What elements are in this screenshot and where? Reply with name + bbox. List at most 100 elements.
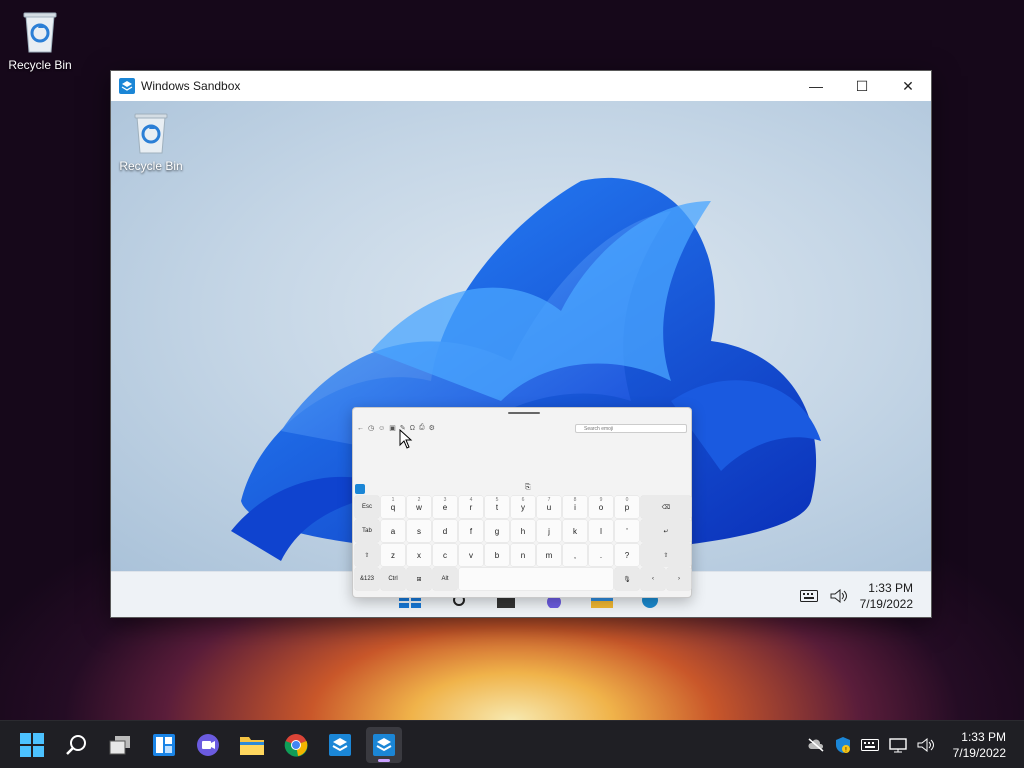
host-taskbar-icons (14, 727, 402, 763)
keyboard-row-2: Tab a s d f g h j k l ' ↵ (355, 520, 691, 542)
key-symbols[interactable]: &123 (355, 568, 379, 590)
emoji-search-input[interactable]: Search emoji (575, 423, 687, 433)
key-g[interactable]: g (485, 520, 509, 542)
key-u[interactable]: 7u (537, 496, 561, 518)
key-dictation[interactable]: 🎙 (615, 568, 639, 590)
settings-icon[interactable]: ⚙ (429, 424, 435, 432)
file-explorer-button[interactable] (234, 727, 270, 763)
back-icon[interactable]: ← (357, 425, 364, 432)
key-shift-left[interactable]: ⇧ (355, 544, 379, 566)
key-right[interactable]: › (667, 568, 691, 590)
key-o[interactable]: 9o (589, 496, 613, 518)
start-button[interactable] (14, 727, 50, 763)
windows-security-icon[interactable]: ! (835, 736, 851, 754)
key-alt[interactable]: Alt (433, 568, 457, 590)
keyboard-keys: Esc 1q 2w 3e 4r 5t 6y 7u 8i 9o 0p ⌫ Tab … (355, 496, 691, 592)
recycle-bin-label: Recycle Bin (119, 159, 183, 173)
sandbox-clock-time: 1:33 PM (868, 581, 913, 595)
key-t[interactable]: 5t (485, 496, 509, 518)
sandbox-clock[interactable]: 1:33 PM 7/19/2022 (860, 580, 913, 612)
key-enter[interactable]: ↵ (641, 520, 691, 542)
key-comma[interactable]: , (563, 544, 587, 566)
key-period[interactable]: . (589, 544, 613, 566)
sandbox-recycle-bin[interactable]: Recycle Bin (111, 109, 191, 173)
key-e[interactable]: 3e (433, 496, 457, 518)
key-h[interactable]: h (511, 520, 535, 542)
key-i[interactable]: 8i (563, 496, 587, 518)
host-system-tray: ! 1:33 PM 7/19/2022 (807, 729, 1006, 761)
keyboard-paste-icon[interactable]: ⎘ (525, 484, 531, 492)
key-m[interactable]: m (537, 544, 561, 566)
key-question[interactable]: ? (615, 544, 639, 566)
sandbox-icon (373, 734, 395, 756)
desktop-recycle-bin[interactable]: Recycle Bin (0, 8, 80, 72)
key-z[interactable]: z (381, 544, 405, 566)
task-view-icon (109, 736, 130, 755)
key-space[interactable] (459, 568, 613, 590)
key-d[interactable]: d (433, 520, 457, 542)
volume-icon[interactable] (917, 738, 935, 752)
chat-button[interactable] (190, 727, 226, 763)
key-tab[interactable]: Tab (355, 520, 379, 542)
key-s[interactable]: s (407, 520, 431, 542)
onedrive-offline-icon[interactable] (807, 738, 825, 752)
sandbox-clock-date: 7/19/2022 (859, 597, 913, 611)
key-w[interactable]: 2w (407, 496, 431, 518)
sandbox-active-button[interactable] (366, 727, 402, 763)
key-apostrophe[interactable]: ' (615, 520, 639, 542)
windows-logo-icon (20, 733, 44, 757)
key-b[interactable]: b (485, 544, 509, 566)
emoji-icon[interactable]: ☺ (378, 425, 385, 432)
key-windows[interactable]: ⊞ (407, 568, 431, 590)
key-backspace[interactable]: ⌫ (641, 496, 691, 518)
key-shift-right[interactable]: ⇧ (641, 544, 691, 566)
keyboard-row-1: Esc 1q 2w 3e 4r 5t 6y 7u 8i 9o 0p ⌫ (355, 496, 691, 518)
gif-icon[interactable]: ▣ (389, 424, 396, 432)
sandbox-app-icon (119, 78, 135, 94)
key-esc[interactable]: Esc (355, 496, 379, 518)
minimize-button[interactable]: — (793, 71, 839, 101)
key-p[interactable]: 0p (615, 496, 639, 518)
key-j[interactable]: j (537, 520, 561, 542)
chat-icon (197, 734, 219, 756)
mouse-cursor-icon (399, 429, 413, 449)
key-a[interactable]: a (381, 520, 405, 542)
search-icon (66, 735, 86, 755)
key-x[interactable]: x (407, 544, 431, 566)
key-f[interactable]: f (459, 520, 483, 542)
key-l[interactable]: l (589, 520, 613, 542)
key-q[interactable]: 1q (381, 496, 405, 518)
keyboard-suggestion-icon[interactable] (355, 484, 365, 494)
widgets-button[interactable] (146, 727, 182, 763)
touch-keyboard-icon[interactable] (799, 590, 818, 602)
sandbox-tray: 1:33 PM 7/19/2022 (799, 580, 913, 612)
sandbox-icon (329, 734, 351, 756)
chrome-button[interactable] (278, 727, 314, 763)
window-titlebar[interactable]: Windows Sandbox — ☐ ✕ (111, 71, 931, 101)
keyboard-row-4: &123 Ctrl ⊞ Alt 🎙 ‹ › (355, 568, 691, 590)
maximize-button[interactable]: ☐ (839, 71, 885, 101)
key-left[interactable]: ‹ (641, 568, 665, 590)
key-y[interactable]: 6y (511, 496, 535, 518)
recycle-bin-icon (23, 12, 57, 53)
recent-icon[interactable]: ◷ (368, 424, 374, 432)
keyboard-drag-handle[interactable] (508, 412, 540, 414)
task-view-button[interactable] (102, 727, 138, 763)
volume-icon[interactable] (830, 589, 848, 603)
key-ctrl[interactable]: Ctrl (381, 568, 405, 590)
key-c[interactable]: c (433, 544, 457, 566)
sandbox-taskbar-button[interactable] (322, 727, 358, 763)
host-clock[interactable]: 1:33 PM 7/19/2022 (953, 729, 1006, 761)
key-n[interactable]: n (511, 544, 535, 566)
close-button[interactable]: ✕ (885, 71, 931, 101)
search-button[interactable] (58, 727, 94, 763)
network-icon[interactable] (888, 737, 907, 753)
clipboard-icon[interactable]: ⎙ (419, 424, 425, 432)
key-r[interactable]: 4r (459, 496, 483, 518)
svg-text:!: ! (844, 747, 846, 754)
touch-keyboard-icon[interactable] (860, 739, 879, 751)
key-v[interactable]: v (459, 544, 483, 566)
sandbox-window[interactable]: Windows Sandbox — ☐ ✕ Recycle Bin 1:33 P… (110, 70, 932, 618)
folder-icon (240, 737, 264, 755)
key-k[interactable]: k (563, 520, 587, 542)
